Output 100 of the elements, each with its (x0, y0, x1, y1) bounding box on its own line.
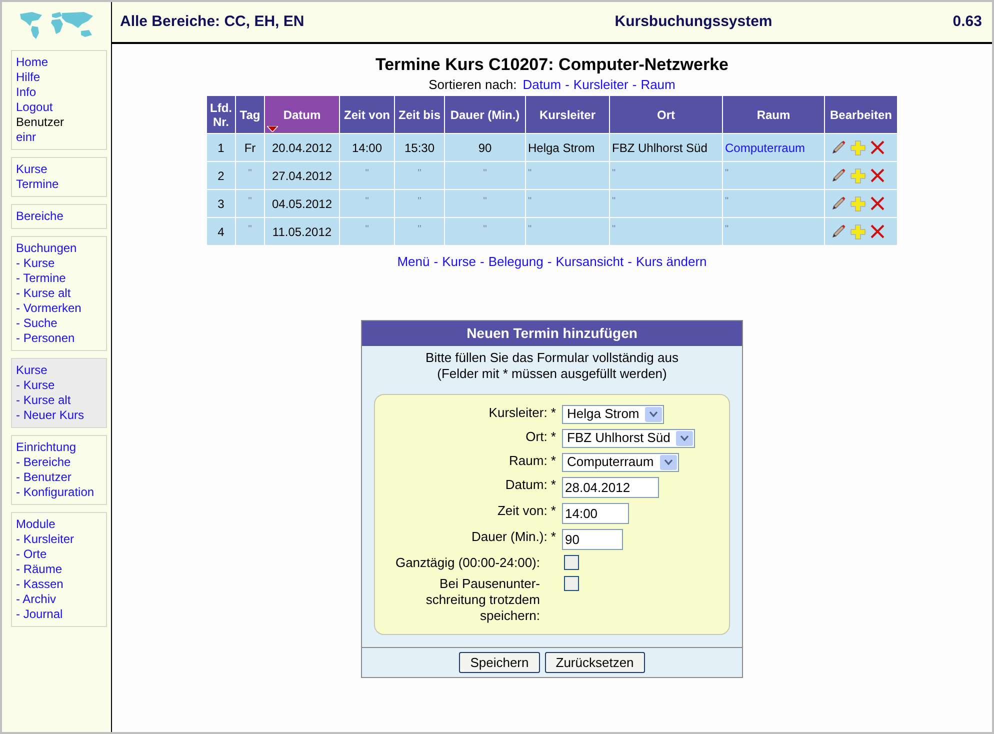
table-cell: " (444, 218, 526, 246)
delete-icon[interactable] (870, 196, 885, 211)
separator: - (547, 253, 552, 271)
sort-link[interactable]: Kursleiter (573, 76, 628, 93)
input-field[interactable]: 14:00 (562, 502, 629, 524)
table-cell: 11.05.2012 (264, 218, 340, 246)
nav-link[interactable]: Module (16, 517, 56, 532)
sort-label: Sortieren nach: (428, 76, 517, 93)
nav-link[interactable]: - Kassen (16, 577, 64, 592)
nav-link[interactable]: - Vormerken (16, 301, 82, 316)
app-title: Kursbuchungssystem (614, 12, 772, 32)
separator: - (480, 253, 484, 271)
nav-link[interactable]: - Kurse alt (16, 393, 71, 408)
nav-link[interactable]: Kurse (16, 363, 48, 378)
nav-link[interactable]: - Konfiguration (16, 485, 94, 500)
nav-link[interactable]: Buchungen (16, 241, 77, 256)
form-button[interactable]: Zurücksetzen (544, 652, 645, 672)
column-header[interactable]: Kursleiter (526, 96, 610, 134)
table-cell: " (340, 218, 394, 246)
table-cell: " (236, 218, 264, 246)
checkbox[interactable] (564, 576, 579, 590)
nav-link[interactable]: Logout (16, 100, 53, 115)
nav-link[interactable]: Kurse (442, 252, 476, 272)
column-header[interactable]: Zeit bis (394, 96, 444, 134)
column-header[interactable]: Raum (722, 96, 824, 134)
nav-link[interactable]: Hilfe (16, 70, 40, 85)
form-button[interactable]: Speichern (459, 652, 540, 672)
nav-link[interactable]: - Termine (16, 271, 66, 286)
nav-link[interactable]: - Archiv (16, 592, 56, 607)
nav-link[interactable]: - Personen (16, 331, 75, 346)
nav-link[interactable]: Kurse (16, 162, 48, 177)
nav-link[interactable]: Bereiche (16, 209, 64, 224)
column-header[interactable]: Bearbeiten (824, 96, 898, 134)
column-header[interactable]: Dauer (Min.) (444, 96, 526, 134)
delete-icon[interactable] (870, 224, 885, 239)
nav-link[interactable]: - Benutzer (16, 470, 72, 485)
pencil-icon[interactable] (831, 196, 846, 211)
field-label: Bei Pausenunter-schreitung trotzdem speichern: (424, 576, 541, 624)
nav-link[interactable]: - Neuer Kurs (16, 408, 84, 423)
nav-link[interactable]: - Kursleiter (16, 532, 74, 547)
nav-link[interactable]: Belegung (488, 252, 544, 272)
chevron-down-icon (660, 454, 677, 470)
nav-link[interactable]: Home (16, 55, 48, 70)
table-cell: " (526, 218, 610, 246)
field-label: Kursleiter: * (488, 404, 556, 420)
dropdown[interactable]: Helga Strom (562, 404, 664, 424)
field-label: Dauer (Min.): * (470, 528, 556, 544)
separator: - (565, 76, 570, 93)
table-cell: " (610, 218, 722, 246)
field-label: Ganztägig (00:00-24:00): (394, 554, 541, 570)
nav-link[interactable]: - Orte (16, 547, 47, 562)
separator: - (632, 76, 637, 93)
column-header[interactable]: Zeit von (340, 96, 394, 134)
instruction-text: Bitte füllen Sie das Formular vollständig aus (426, 350, 678, 366)
chevron-down-icon (676, 430, 694, 446)
nav-link[interactable]: - Suche (16, 316, 58, 331)
field-label: Raum: * (508, 452, 556, 468)
pencil-icon[interactable] (831, 140, 846, 155)
form-title: Neuen Termin hinzufügen (362, 320, 742, 346)
dropdown[interactable]: FBZ Uhlhorst Süd (562, 428, 696, 448)
table-cell: 4 (206, 218, 236, 246)
page-title: Termine Kurs C10207: Computer-Netzwerke (375, 54, 728, 76)
nav-link[interactable]: - Kurse (16, 378, 55, 393)
field-label: Ort: * (524, 428, 556, 444)
nav-link[interactable]: - Räume (16, 562, 62, 577)
nav-link[interactable]: Einrichtung (16, 440, 76, 455)
nav-link[interactable]: Kursansicht (556, 252, 624, 272)
sort-link[interactable]: Raum (640, 76, 676, 93)
nav-link[interactable]: - Kurse alt (16, 286, 71, 301)
delete-icon[interactable] (870, 168, 885, 183)
field-label: Zeit von: * (496, 502, 556, 518)
dropdown[interactable]: Computerraum (562, 452, 679, 472)
nav-link[interactable]: - Bereiche (16, 455, 71, 470)
instruction-text: (Felder mit * müssen ausgefüllt werden) (437, 366, 667, 382)
pencil-icon[interactable] (831, 168, 846, 183)
sort-link[interactable]: Datum (522, 76, 562, 93)
pencil-icon[interactable] (831, 224, 846, 239)
input-field[interactable]: 90 (562, 528, 623, 550)
areas-heading: Alle Bereiche: CC, EH, EN (120, 12, 304, 32)
nav-link[interactable]: einr (16, 130, 36, 145)
chevron-down-icon (645, 406, 662, 422)
checkbox[interactable] (564, 554, 579, 570)
nav-link[interactable]: Kurs ändern (636, 252, 707, 272)
nav-label: Benutzer (16, 115, 64, 130)
column-header[interactable]: Lfd. Nr. (206, 96, 236, 134)
table-cell: " (722, 218, 824, 246)
nav-link[interactable]: Termine (16, 177, 59, 192)
column-header[interactable]: Ort (610, 96, 722, 134)
input-field[interactable]: 28.04.2012 (562, 476, 659, 498)
column-header[interactable]: Tag (236, 96, 264, 134)
nav-link[interactable]: - Journal (16, 607, 63, 622)
world-map-icon (18, 10, 96, 40)
nav-link[interactable]: - Kurse (16, 256, 55, 271)
separator: - (628, 253, 632, 271)
nav-link[interactable]: Menü (397, 252, 430, 272)
nav-link[interactable]: Info (16, 85, 36, 100)
sort-arrow-icon (267, 126, 278, 132)
separator: - (434, 253, 438, 271)
column-header[interactable]: Datum (264, 96, 340, 134)
delete-icon[interactable] (870, 140, 885, 155)
